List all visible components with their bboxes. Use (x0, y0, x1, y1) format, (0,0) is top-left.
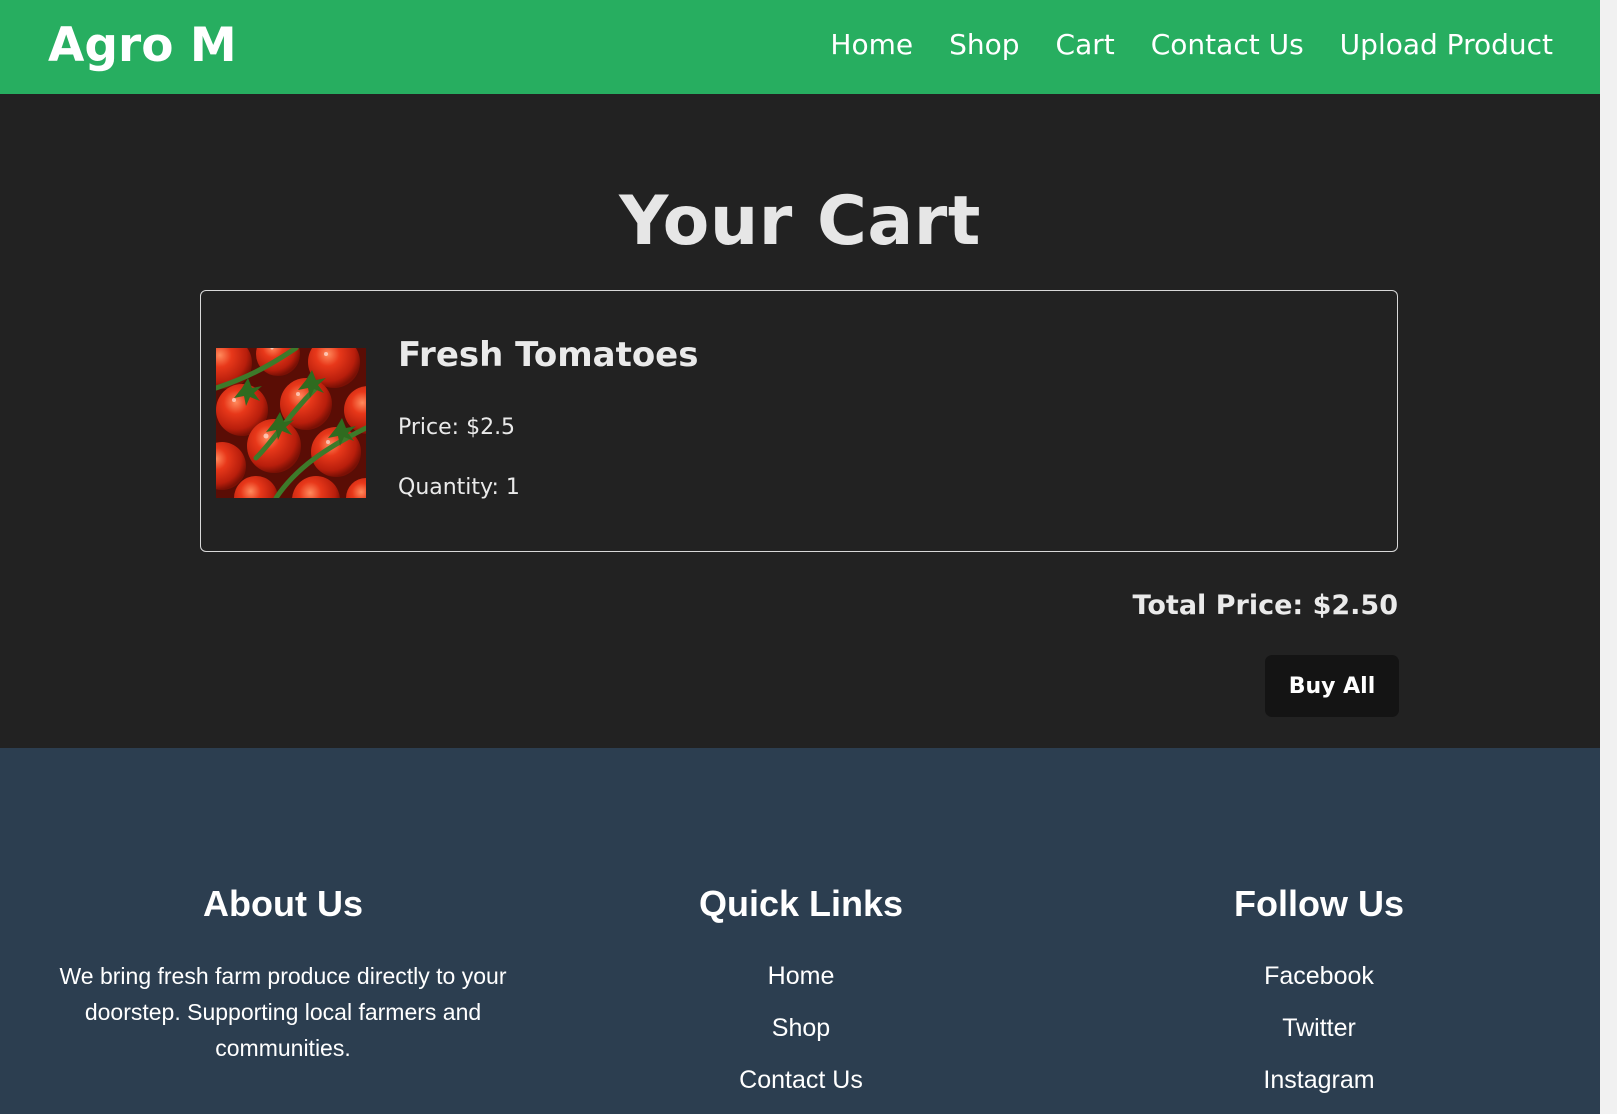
footer-link-instagram[interactable]: Instagram (1059, 1062, 1579, 1098)
page-title: Your Cart (619, 182, 981, 261)
cart-item: Fresh Tomatoes Price: $2.5 Quantity: 1 (200, 290, 1398, 552)
footer-quick-links-heading: Quick Links (698, 883, 904, 924)
product-image (216, 348, 366, 498)
main-nav: Home Shop Cart Contact Us Upload Product (830, 24, 1553, 66)
buy-all-button[interactable]: Buy All (1265, 655, 1399, 717)
scrollbar[interactable] (1600, 0, 1617, 1114)
product-info: Fresh Tomatoes Price: $2.5 Quantity: 1 (398, 331, 699, 500)
page: Agro M Home Shop Cart Contact Us Upload … (0, 0, 1600, 1114)
footer-link-contact-us[interactable]: Contact Us (541, 1062, 1061, 1098)
product-price: Price: $2.5 (398, 415, 516, 440)
nav-link-upload-product[interactable]: Upload Product (1340, 24, 1553, 66)
nav-link-cart[interactable]: Cart (1056, 24, 1115, 66)
nav-link-home[interactable]: Home (830, 24, 913, 66)
site-footer: About Us We bring fresh farm produce dir… (0, 748, 1600, 1114)
footer-about-text: We bring fresh farm produce directly to … (59, 963, 507, 1061)
nav-link-contact-us[interactable]: Contact Us (1151, 24, 1304, 66)
footer-link-home[interactable]: Home (541, 958, 1061, 994)
footer-link-facebook[interactable]: Facebook (1059, 958, 1579, 994)
footer-link-shop[interactable]: Shop (541, 1010, 1061, 1046)
total-price: Total Price: $2.50 (1132, 590, 1398, 621)
site-header: Agro M Home Shop Cart Contact Us Upload … (0, 0, 1600, 94)
footer-about-heading: About Us (203, 883, 363, 924)
nav-link-shop[interactable]: Shop (949, 24, 1019, 66)
footer-follow-heading: Follow Us (1234, 883, 1404, 924)
product-quantity: Quantity: 1 (398, 475, 520, 500)
product-name: Fresh Tomatoes (398, 335, 699, 375)
site-logo[interactable]: Agro M (48, 14, 237, 78)
footer-link-twitter[interactable]: Twitter (1059, 1010, 1579, 1046)
